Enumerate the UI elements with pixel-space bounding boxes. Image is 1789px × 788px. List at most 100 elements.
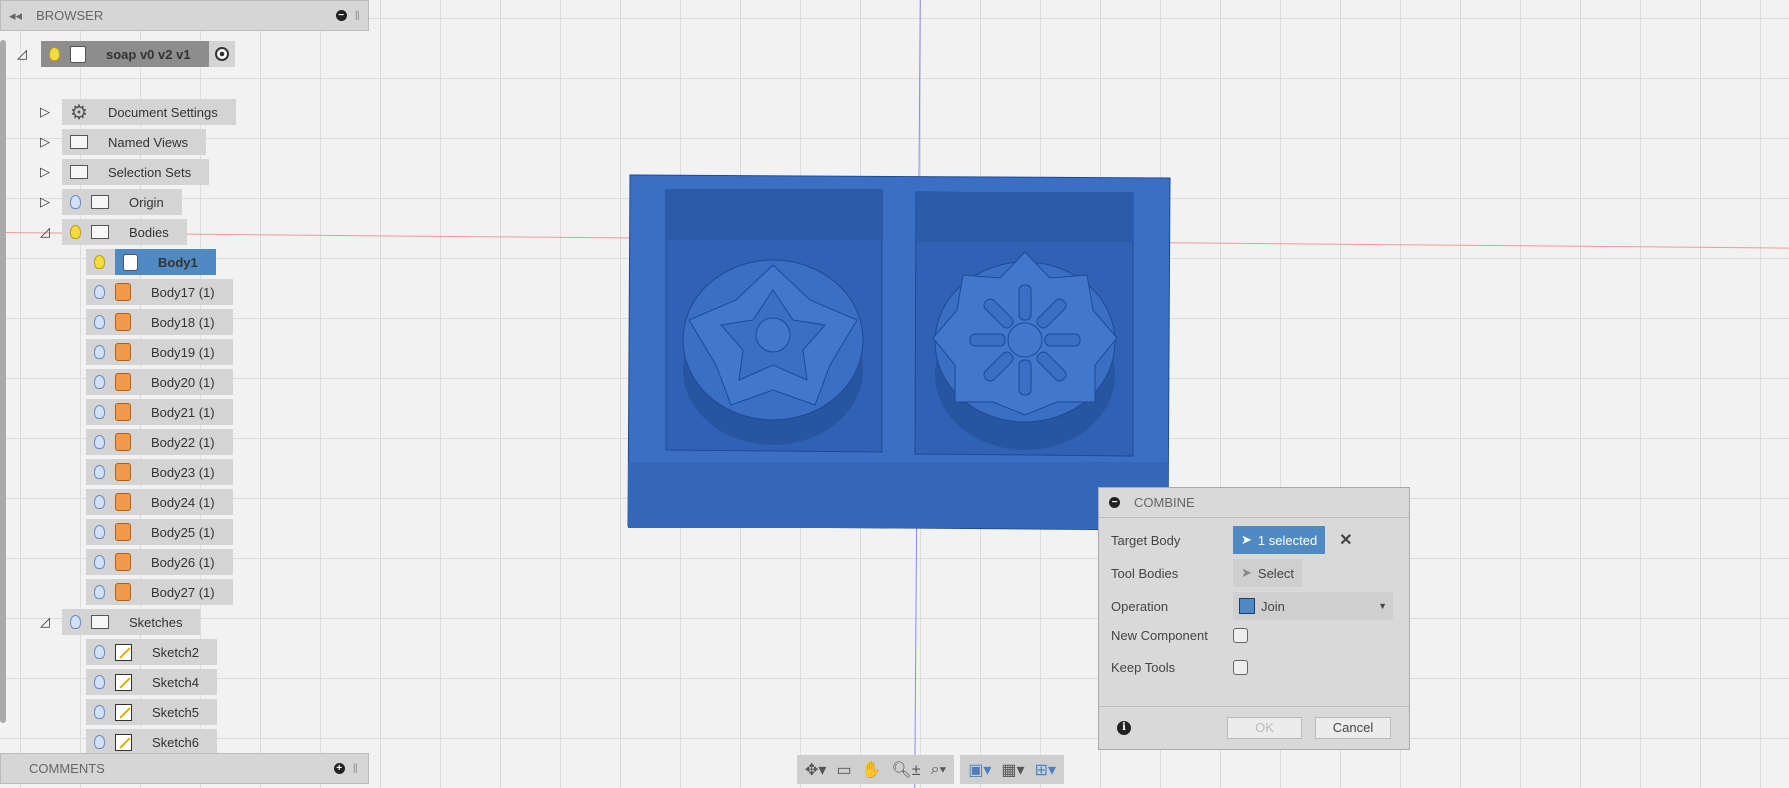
- tree-item-body[interactable]: Body20 (1): [86, 369, 233, 395]
- body-label: Body22 (1): [151, 434, 215, 450]
- tree-item-bodies[interactable]: ◿ Bodies: [38, 219, 187, 245]
- panel-grip-icon[interactable]: ‖: [353, 761, 358, 776]
- body-label: Body24 (1): [151, 494, 215, 510]
- folder-icon: [91, 615, 109, 629]
- keep-tools-checkbox[interactable]: [1233, 660, 1248, 675]
- expanded-triangle-icon[interactable]: ◿: [15, 46, 29, 62]
- lightbulb-icon[interactable]: [94, 585, 105, 599]
- new-component-checkbox[interactable]: [1233, 628, 1248, 643]
- viewports-icon[interactable]: ⊞▾: [1035, 760, 1056, 780]
- lightbulb-icon[interactable]: [94, 345, 105, 359]
- tree-item-body[interactable]: Body25 (1): [86, 519, 233, 545]
- target-body-selector[interactable]: ➤ 1 selected: [1233, 526, 1326, 554]
- clear-selection-x-icon[interactable]: ✕: [1339, 530, 1352, 550]
- tree-item-sketch[interactable]: Sketch5: [86, 699, 217, 725]
- pan-hand-icon[interactable]: ✋: [862, 760, 882, 780]
- tree-item-origin[interactable]: ▷ Origin: [38, 189, 182, 215]
- sketch-icon: [115, 643, 132, 661]
- collapsed-triangle-icon[interactable]: ▷: [38, 104, 52, 120]
- cancel-button[interactable]: Cancel: [1315, 717, 1391, 739]
- tree-root[interactable]: ◿ soap v0 v2 v1: [15, 41, 235, 67]
- tree-item-body[interactable]: Body27 (1): [86, 579, 233, 605]
- tree-item-document-settings[interactable]: ▷ ⚙ Document Settings: [38, 99, 236, 125]
- operation-dropdown[interactable]: Join ▼: [1233, 592, 1393, 620]
- sketch-icon: [115, 733, 132, 751]
- keep-tools-label: Keep Tools: [1111, 660, 1176, 675]
- minimize-icon[interactable]: −: [335, 10, 347, 21]
- tree-item-body[interactable]: Body19 (1): [86, 339, 233, 365]
- expanded-triangle-icon[interactable]: ◿: [38, 614, 52, 630]
- keep-tools-row: Keep Tools: [1111, 660, 1248, 675]
- display-settings-icon[interactable]: ▣▾: [968, 760, 991, 780]
- orbit-icon[interactable]: ✥▾: [805, 760, 826, 780]
- lightbulb-icon[interactable]: [94, 525, 105, 539]
- ok-button[interactable]: OK: [1227, 717, 1302, 739]
- lightbulb-icon[interactable]: [70, 615, 81, 629]
- comments-panel[interactable]: COMMENTS + ‖: [0, 753, 369, 784]
- item-label: Document Settings: [107, 104, 218, 120]
- expanded-triangle-icon[interactable]: ◿: [38, 224, 52, 240]
- lightbulb-icon[interactable]: [49, 47, 60, 61]
- lightbulb-icon[interactable]: [94, 645, 105, 659]
- lightbulb-icon[interactable]: [70, 225, 81, 239]
- tree-item-body[interactable]: Body23 (1): [86, 459, 233, 485]
- tree-item-body[interactable]: Body18 (1): [86, 309, 233, 335]
- zoom-icon[interactable]: 🔍︎±: [891, 760, 920, 780]
- grid-settings-icon[interactable]: ▦▾: [1001, 760, 1024, 780]
- lightbulb-icon[interactable]: [94, 285, 105, 299]
- tree-item-named-views[interactable]: ▷ Named Views: [38, 129, 206, 155]
- lightbulb-icon[interactable]: [94, 735, 105, 749]
- browser-panel: ◂◂ BROWSER − ‖ ◿ soap v0 v2 v1 ▷ ⚙ Docume…: [0, 0, 369, 755]
- collapsed-triangle-icon[interactable]: ▷: [38, 164, 52, 180]
- tree-item-body[interactable]: Body24 (1): [86, 489, 233, 515]
- tree-item-sketch[interactable]: Sketch4: [86, 669, 217, 695]
- body-icon: [115, 463, 131, 481]
- tree-item-sketches[interactable]: ◿ Sketches: [38, 609, 201, 635]
- fit-window-icon[interactable]: ⌕▾: [931, 761, 947, 779]
- tree-item-body[interactable]: Body21 (1): [86, 399, 233, 425]
- collapsed-triangle-icon[interactable]: ▷: [38, 134, 52, 150]
- folder-icon: [91, 225, 109, 239]
- item-label: Origin: [129, 194, 164, 210]
- tool-bodies-selector[interactable]: ➤ Select: [1233, 559, 1303, 587]
- navigation-toolbar: ✥▾ ▭ ✋ 🔍︎± ⌕▾ ▣▾ ▦▾ ⊞▾: [797, 755, 1065, 784]
- target-body-label: Target Body: [1111, 532, 1181, 548]
- body-label: Body21 (1): [151, 404, 215, 420]
- lightbulb-icon[interactable]: [94, 555, 105, 569]
- tree-item-body[interactable]: Body1: [86, 249, 216, 275]
- collapse-dialog-icon[interactable]: −: [1109, 497, 1120, 508]
- sketch-label: Sketch6: [152, 734, 199, 750]
- tree-item-sketch[interactable]: Sketch2: [86, 639, 217, 665]
- lightbulb-icon[interactable]: [94, 375, 105, 389]
- info-icon[interactable]: i: [1117, 721, 1131, 735]
- browser-scrollbar[interactable]: [0, 40, 6, 723]
- tree-item-body[interactable]: Body26 (1): [86, 549, 233, 575]
- tree-item-sketch[interactable]: Sketch6: [86, 729, 217, 755]
- activate-radio-icon[interactable]: [214, 47, 229, 61]
- lightbulb-icon[interactable]: [94, 255, 105, 269]
- lightbulb-icon[interactable]: [94, 405, 105, 419]
- body-label: Body25 (1): [151, 524, 215, 540]
- panel-grip-icon[interactable]: ‖: [355, 8, 360, 23]
- lightbulb-icon[interactable]: [94, 495, 105, 509]
- lightbulb-icon[interactable]: [94, 315, 105, 329]
- body-icon: [115, 553, 131, 571]
- folder-icon: [91, 195, 109, 209]
- lightbulb-icon[interactable]: [94, 675, 105, 689]
- join-icon: [1239, 598, 1255, 614]
- look-at-icon[interactable]: ▭: [836, 760, 851, 780]
- lightbulb-icon[interactable]: [70, 195, 81, 209]
- tree-item-body[interactable]: Body22 (1): [86, 429, 233, 455]
- browser-header: ◂◂ BROWSER − ‖: [0, 0, 369, 31]
- tree-item-selection-sets[interactable]: ▷ Selection Sets: [38, 159, 210, 185]
- add-comment-icon[interactable]: +: [333, 763, 345, 774]
- soap-mold-model[interactable]: [625, 170, 1177, 540]
- body-icon: [115, 583, 131, 601]
- lightbulb-icon[interactable]: [94, 435, 105, 449]
- collapsed-triangle-icon[interactable]: ▷: [38, 194, 52, 210]
- lightbulb-icon[interactable]: [94, 465, 105, 479]
- tree-item-body[interactable]: Body17 (1): [86, 279, 233, 305]
- lightbulb-icon[interactable]: [94, 705, 105, 719]
- operation-row: Operation Join ▼: [1111, 592, 1393, 620]
- collapse-panel-icon[interactable]: ◂◂: [9, 8, 22, 24]
